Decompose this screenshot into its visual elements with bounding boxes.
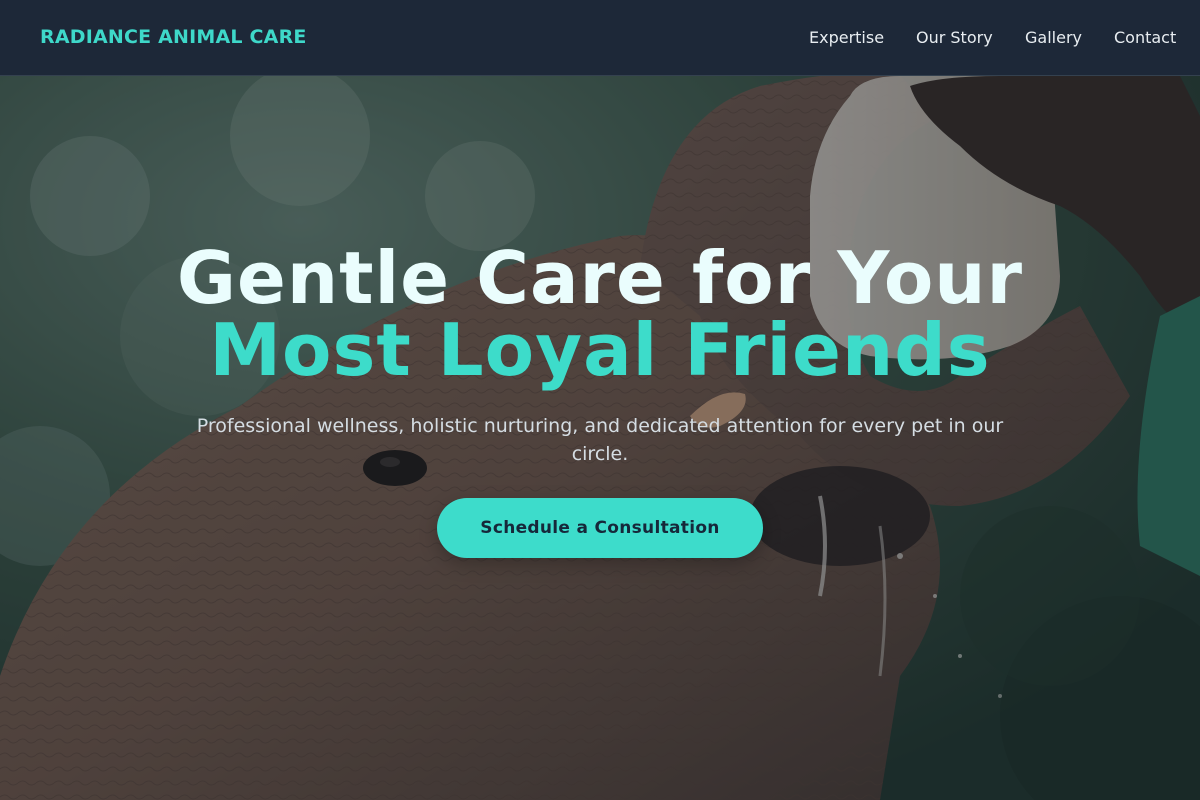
schedule-consultation-button[interactable]: Schedule a Consultation [437,498,763,558]
nav-link-contact[interactable]: Contact [1114,28,1176,47]
hero-subtitle: Professional wellness, holistic nurturin… [196,415,1004,465]
site-header: RADIANCE ANIMAL CARE Expertise Our Story… [0,0,1200,76]
nav-link-gallery[interactable]: Gallery [1025,28,1082,47]
hero-headline-line2: Most Loyal Friends [209,308,991,392]
nav-link-our-story[interactable]: Our Story [916,28,993,47]
hero-headline-line1: Gentle Care for Your [176,236,1024,320]
brand-logo[interactable]: RADIANCE ANIMAL CARE [40,26,307,48]
landing-page: RADIANCE ANIMAL CARE Expertise Our Story… [0,0,1200,800]
nav-link-expertise[interactable]: Expertise [809,28,884,47]
